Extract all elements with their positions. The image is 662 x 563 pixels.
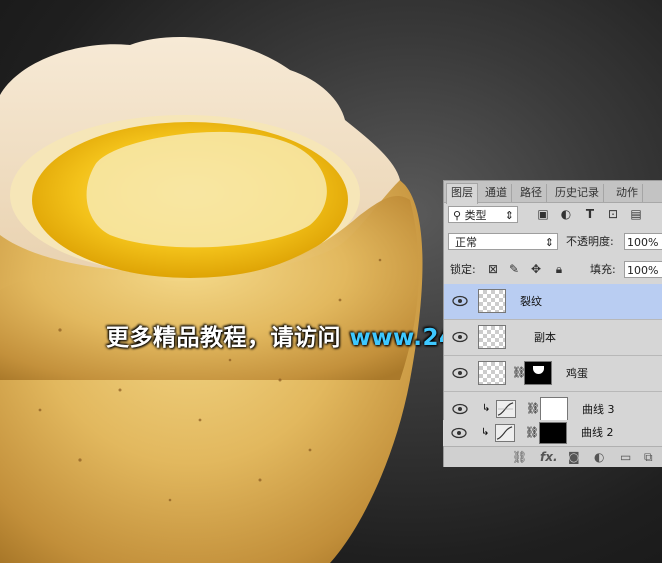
filter-label: 类型: [464, 209, 487, 222]
panel-footer: ⛓︎ fx. ◙ ◐ ▭ ⧉: [444, 446, 662, 467]
link-icon[interactable]: ⛓︎: [512, 449, 527, 465]
tab-paths[interactable]: 路径: [516, 184, 547, 202]
layer-row[interactable]: ⛓︎ 鸡蛋: [444, 356, 662, 392]
layer-name: 副本: [534, 331, 556, 344]
type-filter-icon[interactable]: T: [583, 206, 597, 223]
layer-row[interactable]: 裂纹: [444, 284, 662, 320]
lock-paint-icon[interactable]: ✎: [507, 261, 521, 278]
layer-name: 曲线 2: [581, 426, 614, 439]
filter-select[interactable]: ⚲ 类型 ⇕: [448, 206, 518, 223]
layer-row[interactable]: ↳ ⛓︎ 曲线 2: [443, 420, 662, 446]
eye-icon[interactable]: [452, 294, 468, 308]
fx-icon[interactable]: fx.: [540, 449, 558, 465]
lock-all-icon[interactable]: 🔒︎: [552, 261, 566, 278]
layer-name: 裂纹: [520, 295, 542, 308]
layer-mask-thumbnail[interactable]: [524, 361, 552, 385]
layer-mask-thumbnail[interactable]: [539, 422, 567, 444]
adjustment-icon[interactable]: ◐: [594, 449, 604, 465]
fill-input[interactable]: 100%: [624, 261, 662, 278]
tab-actions[interactable]: 动作: [612, 184, 643, 202]
updown-icon: ⇕: [504, 209, 514, 222]
mask-icon[interactable]: ◙: [568, 449, 580, 465]
layer-row[interactable]: 副本: [444, 320, 662, 356]
clip-arrow-icon: ↳: [481, 427, 490, 438]
watermark-label: 更多精品教程，请访问: [106, 325, 341, 351]
layer-mask-thumbnail[interactable]: [540, 397, 568, 421]
folder-icon[interactable]: ▭: [620, 449, 631, 465]
chain-link-icon[interactable]: ⛓︎: [525, 426, 539, 439]
layer-thumbnail: [478, 325, 506, 349]
tab-history[interactable]: 历史记录: [551, 184, 604, 202]
tab-channels[interactable]: 通道: [481, 184, 512, 202]
eye-icon[interactable]: [452, 330, 468, 344]
adjustment-filter-icon[interactable]: ◐: [559, 206, 573, 223]
fill-label: 填充:: [590, 263, 616, 276]
clip-arrow-icon: ↳: [482, 403, 491, 414]
blend-mode-select[interactable]: 正常 ⇕: [448, 233, 558, 250]
eye-icon[interactable]: [452, 366, 468, 380]
search-icon: ⚲: [453, 209, 462, 222]
curves-adjustment-icon: [495, 424, 515, 442]
opacity-input[interactable]: 100%: [624, 233, 662, 250]
new-layer-icon[interactable]: ⧉: [644, 449, 653, 465]
layer-thumbnail: [478, 361, 506, 385]
opacity-label: 不透明度:: [566, 235, 614, 248]
panel-tabs: 图层 通道 路径 历史记录 动作: [444, 181, 662, 204]
updown-icon: ⇕: [544, 236, 554, 249]
blend-row: 正常 ⇕ 不透明度: 100%: [444, 232, 662, 252]
layer-name: 鸡蛋: [566, 367, 588, 380]
chain-link-icon[interactable]: ⛓︎: [526, 402, 540, 415]
smart-object-filter-icon[interactable]: ▤: [629, 206, 643, 223]
layer-thumbnail: [478, 289, 506, 313]
lock-row: 锁定: ⊠ ✎ ✥ 🔒︎ 填充: 100%: [444, 260, 662, 280]
tab-layers[interactable]: 图层: [446, 183, 478, 204]
curves-adjustment-icon: [496, 400, 516, 418]
lock-move-icon[interactable]: ✥: [529, 261, 543, 278]
blend-mode-value: 正常: [455, 236, 477, 249]
filter-row: ⚲ 类型 ⇕ ▣ ◐ T ⊡ ▤: [444, 205, 662, 225]
eye-icon[interactable]: [452, 402, 468, 416]
image-filter-icon[interactable]: ▣: [536, 206, 550, 223]
eye-icon[interactable]: [451, 426, 467, 440]
shape-filter-icon[interactable]: ⊡: [606, 206, 620, 223]
lock-transparent-icon[interactable]: ⊠: [486, 261, 500, 278]
lock-label: 锁定:: [450, 263, 476, 276]
